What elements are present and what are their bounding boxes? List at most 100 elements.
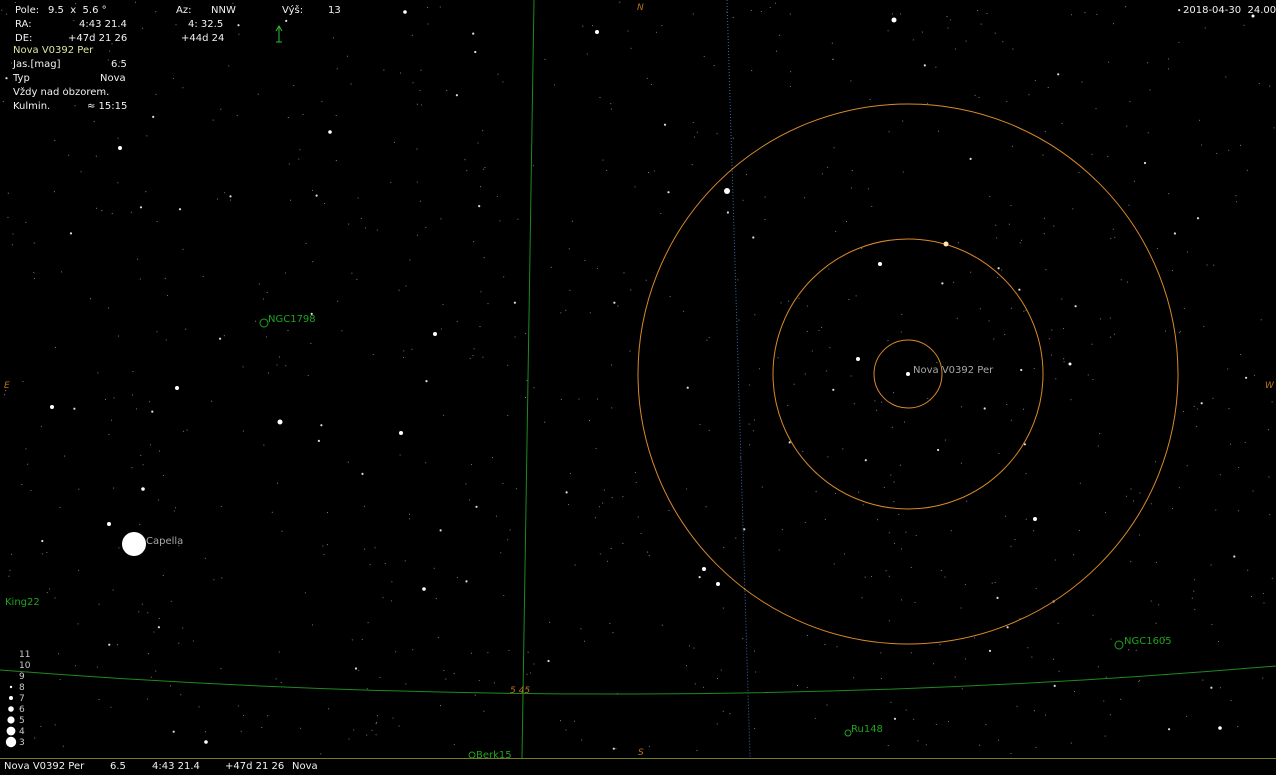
faint-star — [890, 474, 892, 476]
star[interactable] — [856, 357, 860, 361]
faint-star — [1010, 545, 1012, 547]
faint-star — [443, 670, 445, 672]
faint-star — [781, 529, 783, 531]
star[interactable] — [724, 188, 730, 194]
star[interactable] — [118, 146, 122, 150]
star[interactable] — [141, 487, 145, 491]
faint-star — [864, 576, 866, 578]
faint-star — [989, 195, 991, 197]
faint-star — [1061, 298, 1063, 300]
star-target[interactable] — [906, 372, 910, 376]
faint-star — [1235, 201, 1238, 203]
faint-star — [645, 279, 647, 281]
faint-star — [735, 537, 737, 539]
faint-star — [360, 217, 362, 219]
faint-star — [891, 426, 893, 428]
faint-star — [455, 94, 458, 97]
star[interactable] — [716, 582, 720, 586]
faint-star — [371, 729, 373, 731]
faint-star — [1023, 310, 1025, 312]
star[interactable] — [1218, 726, 1222, 730]
faint-star — [456, 576, 458, 578]
faint-star — [265, 336, 268, 338]
faint-star — [479, 326, 481, 328]
faint-star — [995, 224, 997, 226]
faint-star — [1070, 742, 1072, 744]
star[interactable] — [107, 522, 111, 526]
faint-star — [162, 474, 164, 476]
faint-star — [1058, 670, 1060, 672]
faint-star — [152, 115, 155, 118]
faint-star — [1253, 374, 1255, 376]
faint-star — [317, 439, 320, 442]
star[interactable] — [204, 740, 208, 744]
faint-star — [1006, 626, 1009, 629]
faint-star — [374, 547, 376, 549]
faint-star — [446, 89, 448, 91]
faint-star — [965, 40, 967, 42]
star[interactable] — [878, 262, 882, 266]
faint-star — [1178, 41, 1180, 43]
faint-star — [307, 374, 309, 377]
faint-star — [503, 276, 505, 278]
faint-star — [376, 715, 379, 717]
faint-star — [113, 487, 115, 489]
alt-label: Výš: — [282, 5, 304, 16]
faint-star — [290, 199, 292, 201]
star-capella[interactable] — [122, 532, 146, 556]
faint-star — [135, 408, 137, 410]
star[interactable] — [175, 386, 179, 390]
capella-label: Capella — [146, 536, 183, 547]
faint-star — [722, 710, 724, 712]
star[interactable] — [891, 17, 897, 23]
compass-west: W — [1265, 381, 1275, 391]
faint-star — [650, 83, 652, 85]
star[interactable] — [1068, 362, 1072, 366]
faint-star — [902, 120, 904, 122]
faint-star — [806, 330, 808, 333]
faint-star — [469, 357, 471, 360]
star[interactable] — [399, 431, 403, 435]
faint-star — [694, 136, 696, 138]
faint-star — [1073, 554, 1075, 556]
star[interactable] — [422, 587, 426, 591]
star[interactable] — [943, 241, 949, 247]
faint-star — [237, 705, 240, 707]
faint-star — [578, 398, 580, 400]
star[interactable] — [277, 419, 283, 425]
faint-star — [617, 305, 619, 307]
star[interactable] — [1033, 517, 1037, 521]
faint-star — [1155, 622, 1157, 624]
faint-star — [610, 548, 612, 550]
faint-star — [212, 119, 214, 121]
faint-star — [107, 59, 109, 61]
sky-chart[interactable]: Nova V0392 Per Capella NGC1798 NGC1605 K… — [0, 0, 1276, 758]
star[interactable] — [702, 567, 706, 571]
faint-star — [1033, 530, 1035, 532]
faint-star — [478, 679, 480, 681]
faint-star — [901, 313, 903, 316]
star[interactable] — [328, 130, 332, 134]
faint-star — [1120, 279, 1122, 281]
faint-star — [1128, 649, 1130, 651]
faint-star — [311, 624, 314, 626]
faint-star — [213, 579, 215, 581]
faint-star — [403, 350, 405, 352]
faint-star — [293, 85, 295, 87]
faint-star — [530, 672, 532, 674]
faint-star — [694, 683, 696, 685]
faint-star — [888, 532, 890, 534]
faint-star — [1194, 579, 1196, 581]
faint-star — [54, 724, 56, 726]
star[interactable] — [403, 10, 407, 14]
star[interactable] — [595, 30, 599, 34]
faint-star — [390, 600, 392, 602]
faint-star — [104, 399, 107, 401]
star[interactable] — [433, 332, 437, 336]
faint-star — [760, 10, 762, 12]
star[interactable] — [50, 405, 54, 409]
faint-star — [815, 491, 817, 493]
faint-star — [752, 236, 755, 239]
faint-star — [1002, 41, 1004, 43]
faint-star — [1210, 564, 1212, 566]
